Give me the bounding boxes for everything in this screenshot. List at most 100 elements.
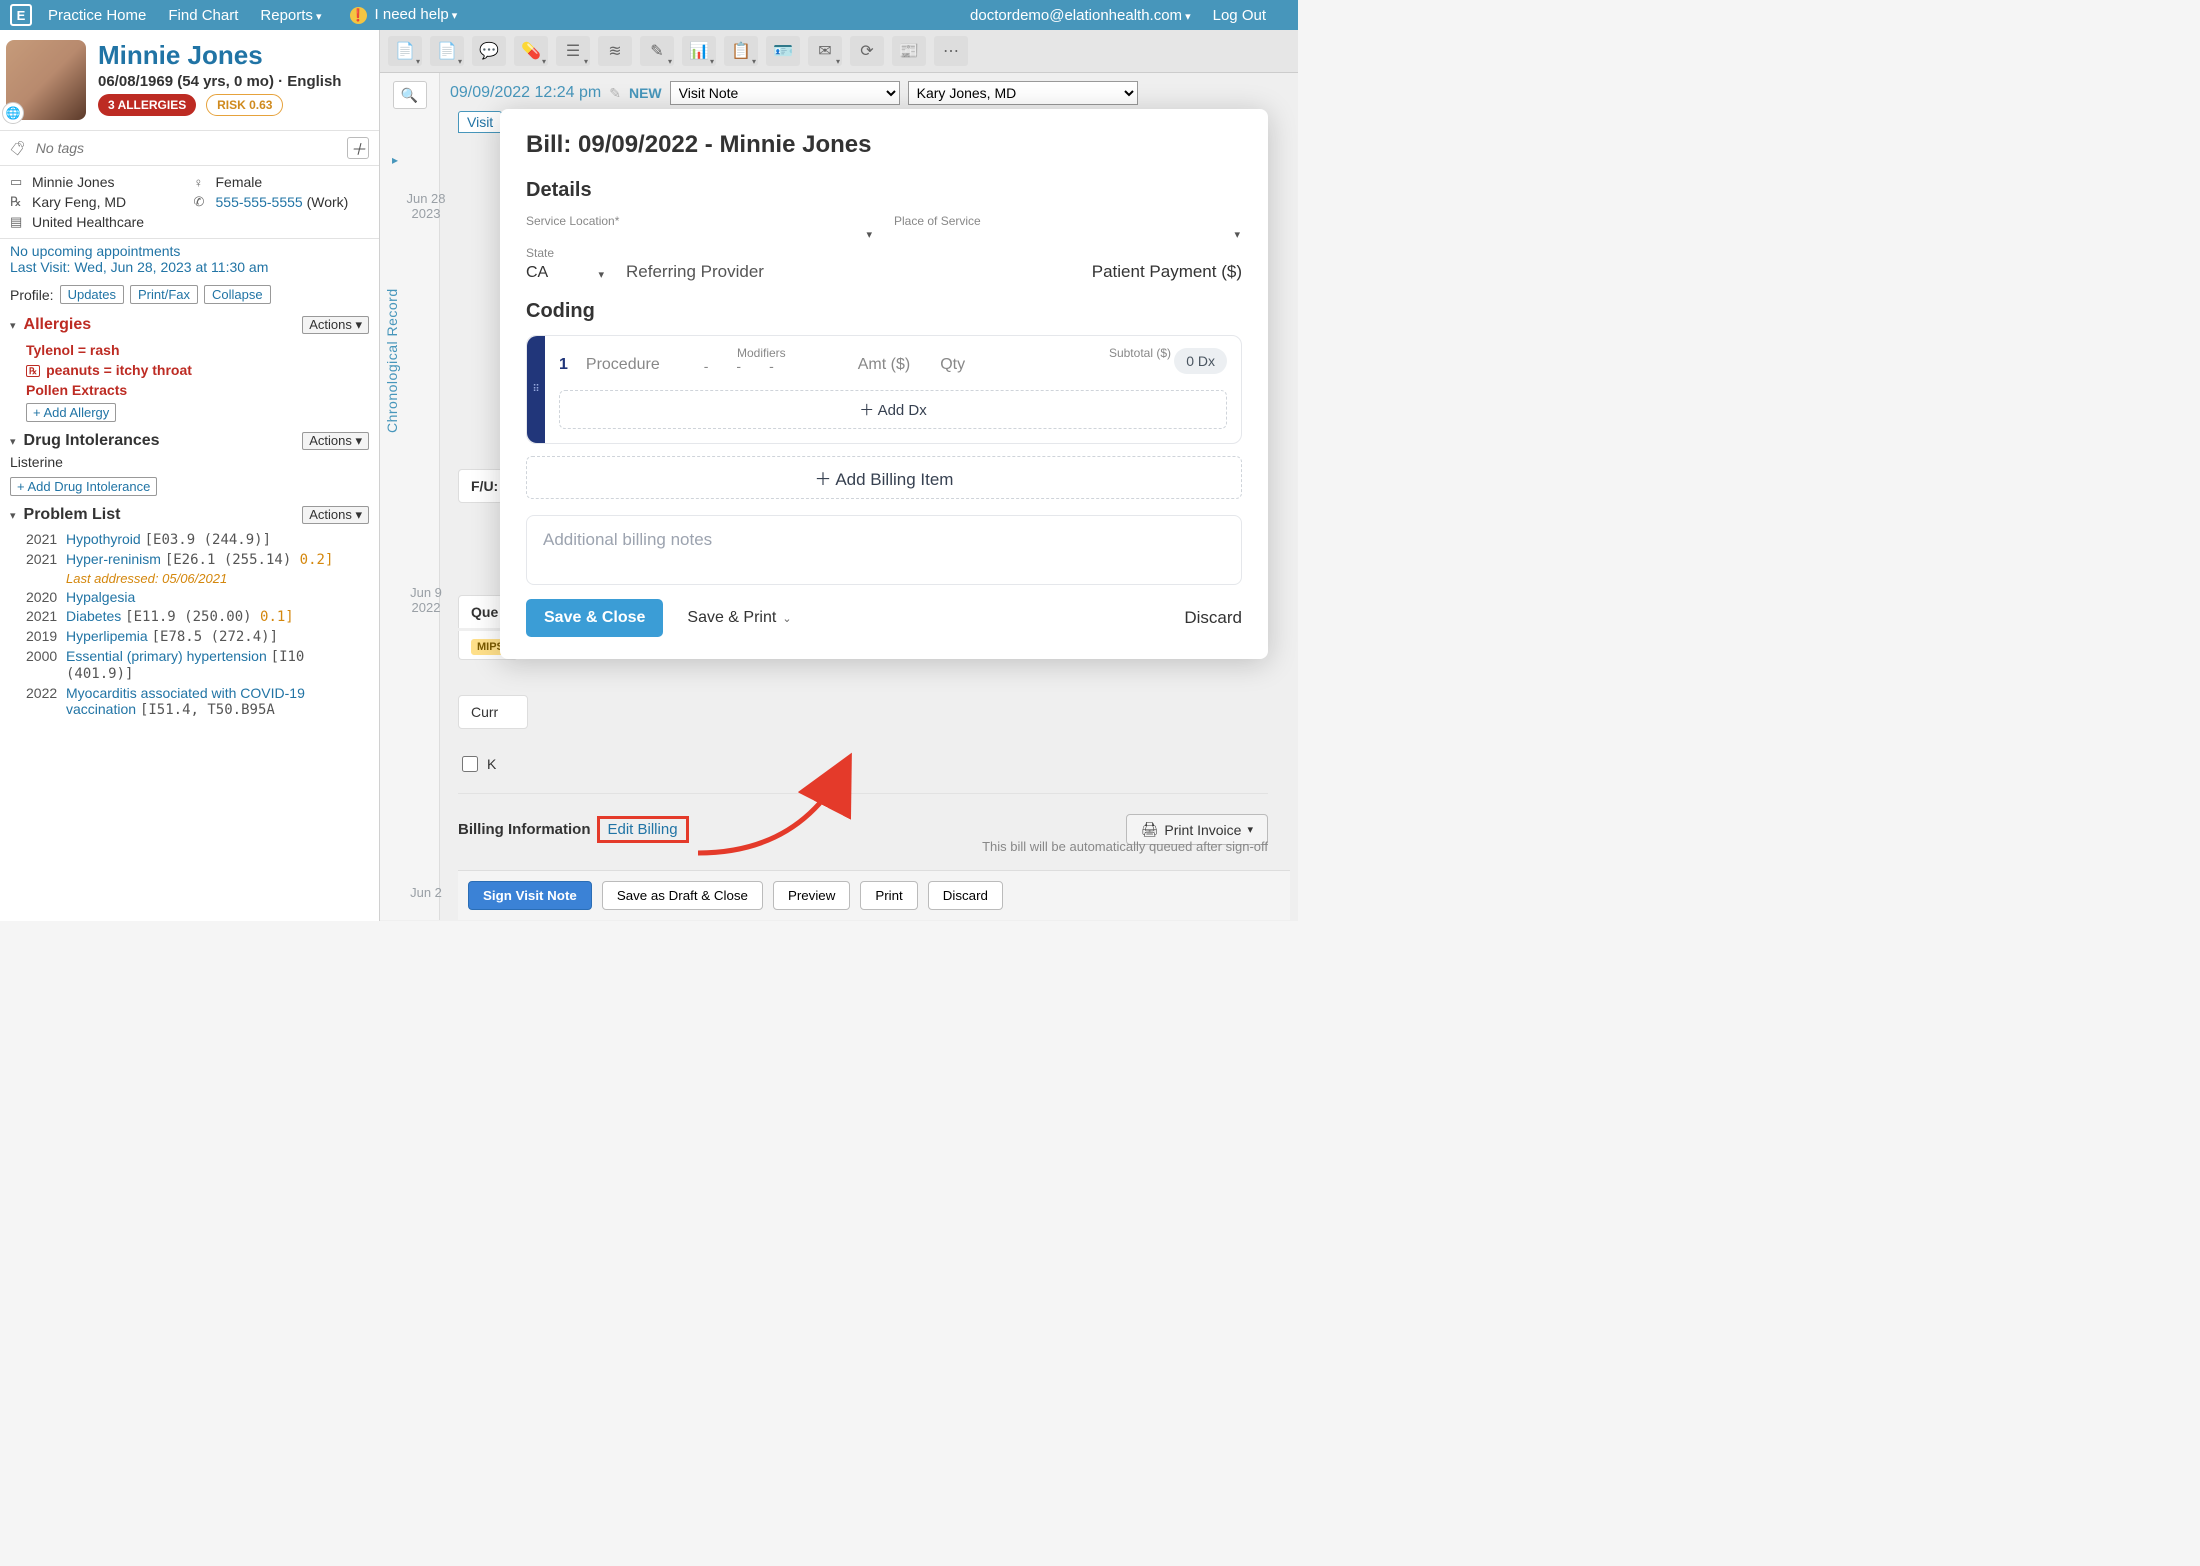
chevron-down-icon: ⌄ — [782, 613, 791, 625]
discard-button[interactable]: Discard — [1184, 608, 1242, 628]
problem-actions[interactable]: Actions ▾ — [302, 506, 369, 524]
add-dx-button[interactable]: ＋ Add Dx — [559, 390, 1227, 429]
problem-note: Last addressed: 05/06/2021 — [66, 571, 369, 586]
no-appointments-link[interactable]: No upcoming appointments — [10, 243, 369, 259]
toolbar-list-icon[interactable]: ☰▾ — [556, 36, 590, 66]
allergies-actions[interactable]: Actions ▾ — [302, 316, 369, 334]
timeline-collapse-icon[interactable]: ▸ — [392, 153, 398, 167]
amount-field[interactable]: Amt ($) — [858, 356, 910, 374]
problem-link[interactable]: Hypothyroid — [66, 531, 141, 547]
collapse-caret-icon[interactable]: ▾ — [10, 435, 16, 448]
allergy-item[interactable]: peanuts = itchy throat — [26, 362, 369, 378]
print-invoice-label: Print Invoice — [1164, 822, 1241, 838]
toolbar-sign-icon[interactable]: ✎▾ — [640, 36, 674, 66]
profile-printfax-button[interactable]: Print/Fax — [130, 285, 198, 304]
subtotal-label: Subtotal ($) — [1109, 346, 1171, 360]
preview-button[interactable]: Preview — [773, 881, 850, 910]
service-location-field[interactable]: Service Location* ▾ — [526, 214, 874, 228]
nav-practice-home[interactable]: Practice Home — [48, 7, 146, 24]
add-tag-button[interactable]: ＋ — [347, 137, 369, 159]
risk-badge[interactable]: RISK 0.63 — [206, 94, 283, 116]
drag-handle-icon[interactable]: ⠿ — [527, 336, 545, 443]
allergy-item[interactable]: Pollen Extracts — [26, 382, 369, 398]
place-of-service-field[interactable]: Place of Service ▾ — [894, 214, 1242, 228]
nav-user-menu[interactable]: doctordemo@elationhealth.com — [970, 7, 1191, 24]
nav-help[interactable]: I need help — [350, 6, 458, 24]
problem-link[interactable]: Hypalgesia — [66, 589, 135, 605]
problem-code: [E11.9 (250.00) — [125, 609, 260, 625]
modifier-slot[interactable]: - — [690, 358, 723, 374]
sign-visit-note-button[interactable]: Sign Visit Note — [468, 881, 592, 910]
save-close-button[interactable]: Save & Close — [526, 599, 663, 637]
toolbar-more-icon[interactable]: ⋯ — [934, 36, 968, 66]
problem-link[interactable]: Essential (primary) hypertension — [66, 648, 267, 664]
pencil-icon[interactable]: ✎ — [609, 85, 621, 102]
problem-link[interactable]: Hyper-reninism — [66, 551, 161, 567]
save-draft-button[interactable]: Save as Draft & Close — [602, 881, 763, 910]
collapse-caret-icon[interactable]: ▾ — [10, 509, 16, 522]
billing-notes-input[interactable]: Additional billing notes — [526, 515, 1242, 585]
nav-reports[interactable]: Reports — [260, 7, 321, 24]
toolbar-mail-icon[interactable]: ✉▾ — [808, 36, 842, 66]
insurance-icon: ▤ — [10, 214, 28, 230]
info-insurance: United Healthcare — [32, 214, 144, 230]
procedure-field[interactable]: Procedure — [586, 356, 660, 374]
toolbar-news-icon[interactable]: 📰 — [892, 36, 926, 66]
visit-type-select[interactable]: Visit Note — [670, 81, 900, 105]
modifier-slot[interactable]: - — [722, 358, 755, 374]
qty-field[interactable]: Qty — [940, 356, 965, 374]
save-print-button[interactable]: Save & Print⌄ — [681, 608, 797, 628]
collapse-caret-icon[interactable]: ▾ — [10, 319, 16, 332]
edit-billing-link[interactable]: Edit Billing — [608, 821, 678, 838]
dx-count-pill[interactable]: 0 Dx — [1174, 348, 1227, 374]
toolbar-chat-icon[interactable]: 💬 — [472, 36, 506, 66]
problem-link[interactable]: Diabetes — [66, 608, 121, 624]
timeline-date[interactable]: Jun 2 — [396, 885, 448, 900]
info-phone[interactable]: 555-555-5555 — [216, 194, 303, 210]
problem-link[interactable]: Hyperlipemia — [66, 628, 148, 644]
toolbar-document-icon[interactable]: 📄▾ — [388, 36, 422, 66]
visit-provider-select[interactable]: Kary Jones, MD — [908, 81, 1138, 105]
app-logo[interactable]: E — [10, 4, 32, 26]
problem-year: 2020 — [26, 589, 66, 605]
patient-payment-field[interactable]: Patient Payment ($) — [1092, 262, 1242, 282]
toolbar-clipboard-icon[interactable]: 📋▾ — [724, 36, 758, 66]
coding-index: 1 — [559, 356, 568, 374]
coding-heading: Coding — [526, 300, 1242, 323]
intolerance-item[interactable]: Listerine — [10, 454, 369, 470]
problem-year: 2021 — [26, 608, 66, 625]
search-button[interactable]: 🔍 — [393, 81, 427, 109]
info-provider: Kary Feng, MD — [32, 194, 126, 210]
nav-find-chart[interactable]: Find Chart — [168, 7, 238, 24]
info-sex: Female — [216, 174, 263, 190]
profile-label: Profile: — [10, 287, 54, 303]
modifier-slot[interactable]: - — [755, 358, 788, 374]
timeline-date[interactable]: Jun 92022 — [396, 585, 448, 615]
patient-avatar[interactable] — [6, 40, 86, 120]
profile-collapse-button[interactable]: Collapse — [204, 285, 271, 304]
intolerances-actions[interactable]: Actions ▾ — [302, 432, 369, 450]
discard-visit-button[interactable]: Discard — [928, 881, 1003, 910]
last-visit-link[interactable]: Last Visit: Wed, Jun 28, 2023 at 11:30 a… — [10, 259, 369, 275]
state-field[interactable]: State CA ▾ — [526, 246, 606, 282]
toolbar-stack-icon[interactable]: ≋ — [598, 36, 632, 66]
allergies-badge[interactable]: 3 ALLERGIES — [98, 94, 196, 116]
referring-provider-field[interactable]: Referring Provider — [626, 262, 1072, 282]
print-button[interactable]: Print — [860, 881, 917, 910]
toolbar-pill-icon[interactable]: 💊▾ — [514, 36, 548, 66]
visit-tab[interactable]: Visit — [458, 111, 502, 133]
nav-logout[interactable]: Log Out — [1213, 7, 1266, 24]
toolbar-refresh-icon[interactable]: ⟳ — [850, 36, 884, 66]
toolbar-chart-icon[interactable]: 📊▾ — [682, 36, 716, 66]
main-layout: Minnie Jones 06/08/1969 (54 yrs, 0 mo) ·… — [0, 30, 1298, 921]
profile-updates-button[interactable]: Updates — [60, 285, 124, 304]
toolbar-note-icon[interactable]: 📄▾ — [430, 36, 464, 66]
chk-k[interactable] — [462, 756, 478, 772]
timeline-date[interactable]: Jun 282023 — [396, 191, 448, 221]
patient-name[interactable]: Minnie Jones — [98, 40, 341, 71]
add-allergy-button[interactable]: + Add Allergy — [26, 403, 116, 422]
add-intolerance-button[interactable]: + Add Drug Intolerance — [10, 477, 157, 496]
toolbar-idcard-icon[interactable]: 🪪 — [766, 36, 800, 66]
allergy-item[interactable]: Tylenol = rash — [26, 342, 369, 358]
add-billing-item-button[interactable]: ＋ Add Billing Item — [526, 456, 1242, 499]
